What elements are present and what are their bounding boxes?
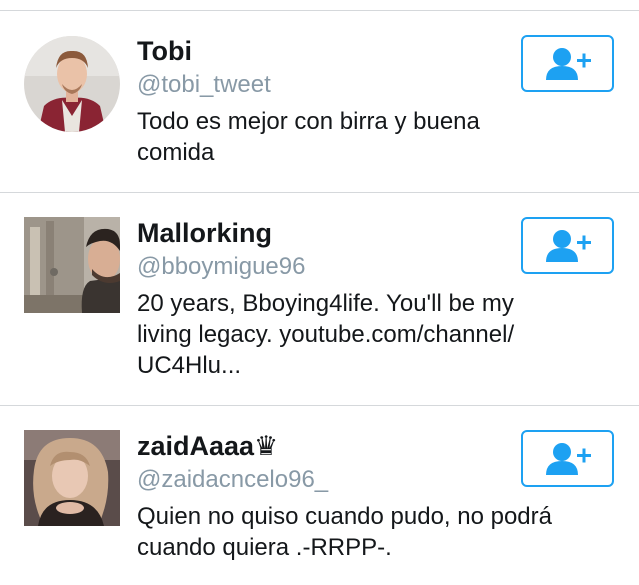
user-bio: Quien no quiso cuando pudo, no podrá cua… [137, 501, 587, 563]
add-user-icon [545, 229, 591, 262]
bio-line: UC4Hlu... [137, 352, 242, 379]
bio-line: cuando quiera .-RRPP-. [137, 534, 392, 561]
user-name[interactable]: Mallorking [137, 217, 272, 249]
user-handle: @zaidacncelo96_ [137, 466, 329, 493]
user-row[interactable]: zaidAaaa♛ @zaidacncelo96_ Quien no quiso… [0, 406, 639, 585]
avatar[interactable] [24, 217, 120, 313]
user-name[interactable]: Tobi [137, 35, 192, 67]
user-handle: @bboymigue96 [137, 253, 306, 280]
avatar[interactable] [24, 36, 120, 132]
user-bio: Todo es mejor con birra y buena comida [137, 106, 587, 168]
follow-button[interactable] [521, 35, 614, 92]
follow-button[interactable] [521, 430, 614, 487]
user-name[interactable]: zaidAaaa♛ [137, 430, 278, 462]
user-row[interactable]: Tobi @tobi_tweet Todo es mejor con birra… [0, 11, 639, 192]
follow-button[interactable] [521, 217, 614, 274]
bio-line: comida [137, 139, 215, 166]
user-handle: @tobi_tweet [137, 71, 271, 98]
add-user-icon [545, 47, 591, 80]
avatar[interactable] [24, 430, 120, 526]
add-user-icon [545, 442, 591, 475]
bio-line: living legacy. youtube.com/channel/ [137, 321, 515, 348]
user-bio: 20 years, Bboying4life. You'll be my liv… [137, 288, 587, 381]
bio-line: Todo es mejor con birra y buena [137, 108, 480, 135]
bio-line: 20 years, Bboying4life. You'll be my [137, 290, 514, 317]
bio-line: Quien no quiso cuando pudo, no podrá [137, 503, 552, 530]
user-row[interactable]: Mallorking @bboymigue96 20 years, Bboyin… [0, 193, 639, 405]
